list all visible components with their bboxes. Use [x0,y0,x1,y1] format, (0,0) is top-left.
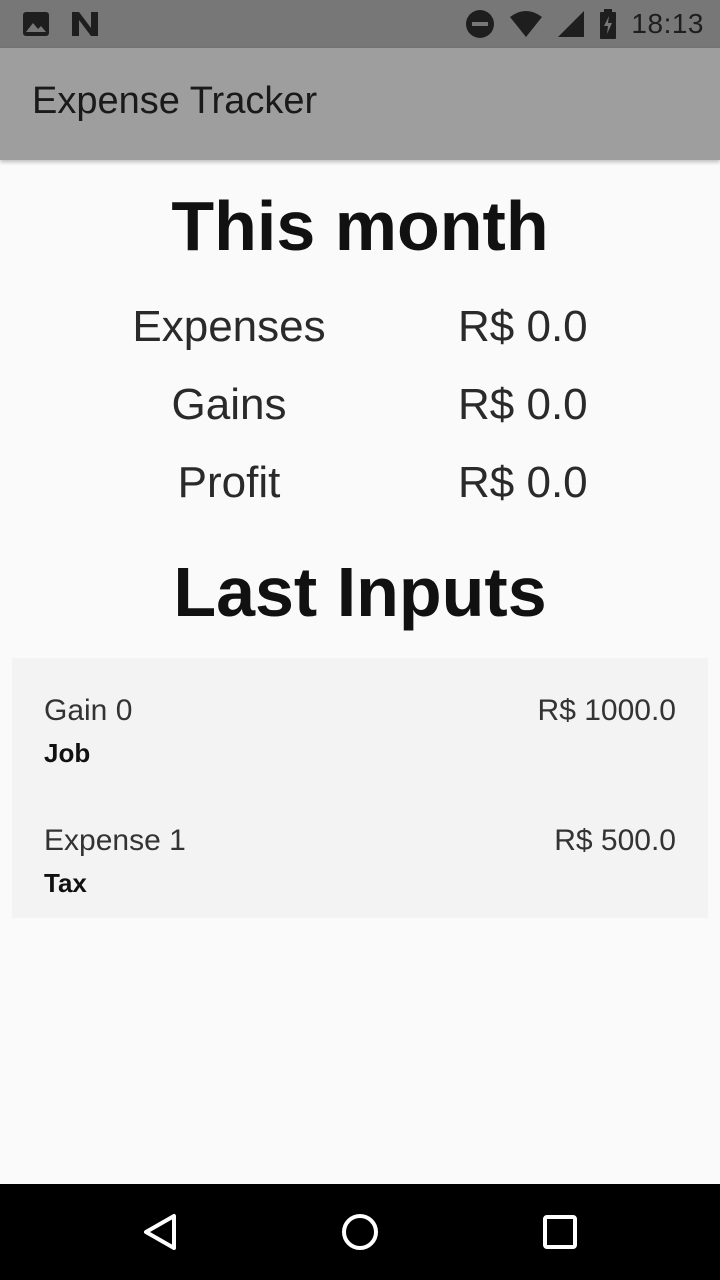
last-inputs-heading: Last Inputs [173,553,547,631]
status-bar: 18:13 [0,0,720,48]
back-icon[interactable] [136,1208,184,1256]
this-month-heading: This month [171,187,549,265]
do-not-disturb-icon [465,9,495,39]
summary-row-profit: Profit R$ 0.0 [0,458,720,518]
input-amount: R$ 1000.0 [537,694,676,727]
app-title: Expense Tracker [32,80,318,122]
status-time: 18:13 [631,8,704,39]
last-inputs-list: Gain 0 Job R$ 1000.0 Expense 1 Tax R$ 50… [12,658,708,918]
input-category: Job [44,738,91,768]
list-item[interactable]: Gain 0 Job R$ 1000.0 [12,658,708,788]
navigation-bar [0,1184,720,1280]
input-amount: R$ 500.0 [554,824,676,857]
wifi-icon [509,10,543,38]
input-name: Expense 1 [44,824,186,857]
summary-label: Gains [171,380,287,429]
home-icon[interactable] [336,1208,384,1256]
summary-value: R$ 0.0 [458,458,588,507]
n-notification-icon [70,10,100,38]
summary-row-expenses: Expenses R$ 0.0 [0,302,720,362]
input-name: Gain 0 [44,694,133,727]
summary-value: R$ 0.0 [458,380,588,429]
battery-icon [599,9,617,39]
app-bar: Expense Tracker [0,48,720,160]
cell-signal-icon [557,10,585,38]
image-icon [22,11,50,37]
summary-label: Expenses [132,302,326,351]
status-right-icons: 18:13 [465,6,704,42]
status-left-icons [22,10,100,38]
summary-value: R$ 0.0 [458,302,588,351]
summary-row-gains: Gains R$ 0.0 [0,380,720,440]
recents-icon[interactable] [536,1208,584,1256]
screen: 18:13 Expense Tracker This month Expense… [0,0,720,1280]
list-item[interactable]: Expense 1 Tax R$ 500.0 [12,788,708,918]
input-category: Tax [44,868,87,898]
summary-label: Profit [177,458,281,507]
